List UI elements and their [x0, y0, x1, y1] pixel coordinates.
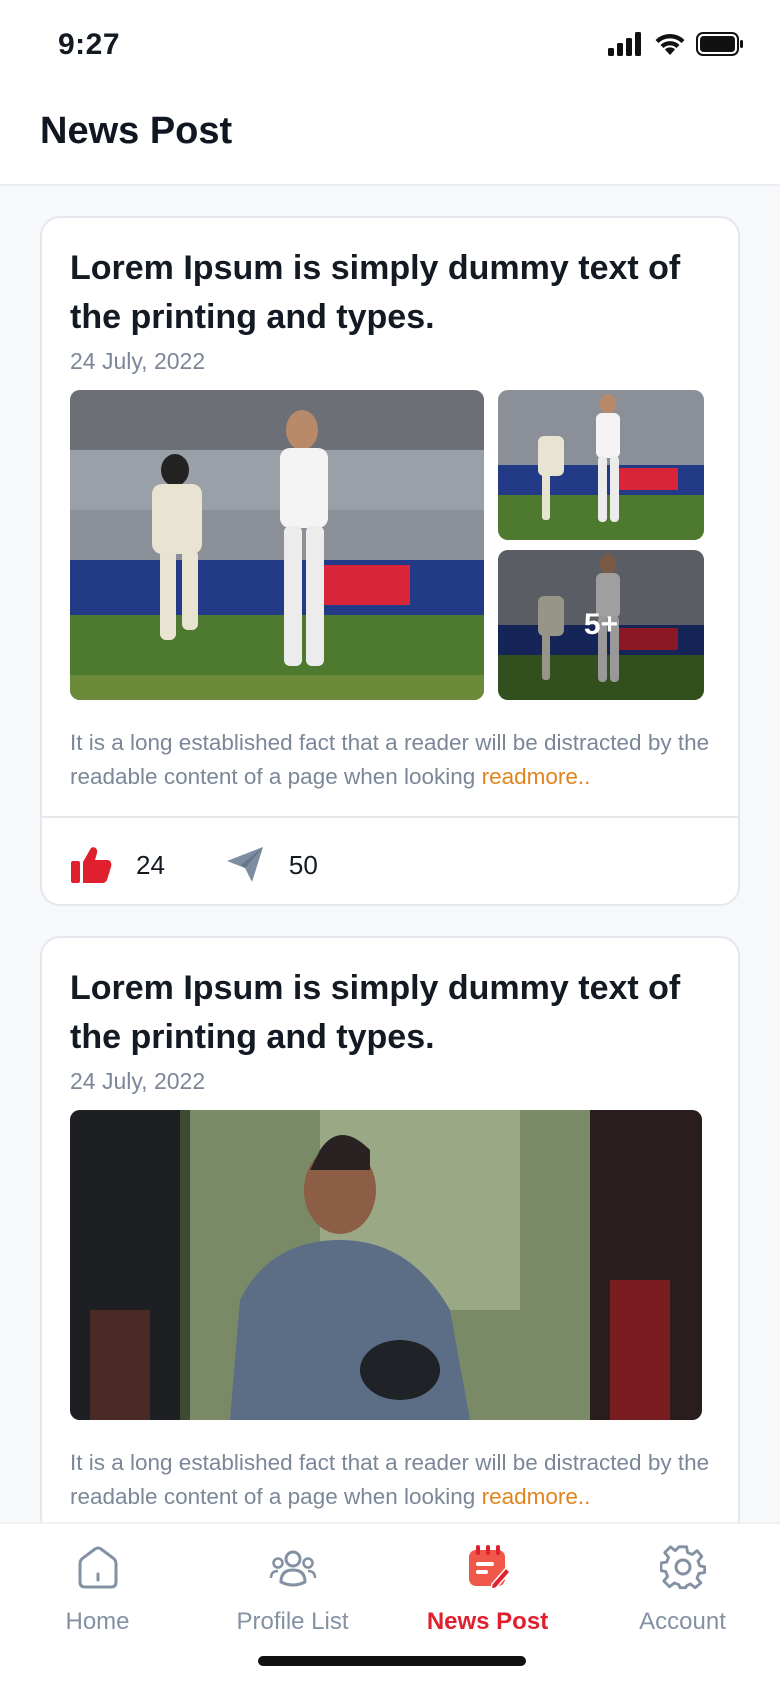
- divider: [42, 816, 738, 818]
- nav-label: Home: [65, 1608, 130, 1635]
- post-description: It is a long established fact that a rea…: [70, 1446, 730, 1514]
- post-image-thumb[interactable]: [498, 390, 704, 540]
- post-image-main[interactable]: [70, 390, 484, 700]
- home-icon: [78, 1546, 117, 1589]
- battery-icon: [696, 32, 743, 56]
- post-title: Lorem Ipsum is simply dummy text of the …: [70, 249, 681, 336]
- post-description: It is a long established fact that a rea…: [70, 726, 730, 794]
- nav-label: Account: [639, 1608, 726, 1635]
- readmore-link[interactable]: readmore..: [482, 764, 591, 789]
- news-icon: [468, 1545, 510, 1590]
- news-card[interactable]: Lorem Ipsum is simply dummy text of the …: [40, 216, 740, 906]
- page-title: News Post: [40, 110, 233, 152]
- share-button[interactable]: 50: [225, 846, 318, 884]
- cricket-photo: [498, 390, 704, 540]
- post-description-text: It is a long established fact that a rea…: [70, 1450, 710, 1509]
- gear-icon: [659, 1545, 706, 1590]
- nav-profile-list[interactable]: Profile List: [195, 1544, 390, 1636]
- send-icon: [226, 847, 263, 882]
- post-date: 24 July, 2022: [70, 348, 206, 374]
- home-indicator[interactable]: [258, 1656, 526, 1666]
- readmore-link[interactable]: readmore..: [482, 1484, 591, 1509]
- status-icons: [608, 32, 744, 56]
- more-images-count[interactable]: 5+: [498, 550, 704, 700]
- like-button[interactable]: 24: [70, 846, 165, 884]
- news-card[interactable]: Lorem Ipsum is simply dummy text of the …: [40, 936, 740, 1536]
- like-count: 24: [136, 849, 165, 880]
- post-image-more[interactable]: 5+: [498, 550, 704, 700]
- nav-news-post[interactable]: News Post: [390, 1544, 585, 1636]
- gym-photo: [70, 1110, 702, 1420]
- status-time: 9:27: [58, 28, 121, 61]
- post-actions: 24 50: [70, 838, 378, 892]
- thumbs-up-icon: [71, 847, 112, 883]
- signal-icon: [608, 32, 641, 56]
- post-description-text: It is a long established fact that a rea…: [70, 730, 710, 789]
- news-feed[interactable]: Lorem Ipsum is simply dummy text of the …: [40, 216, 740, 1536]
- wifi-icon: [655, 33, 685, 55]
- nav-label: Profile List: [236, 1608, 349, 1635]
- share-count: 50: [288, 849, 318, 880]
- nav-home[interactable]: Home: [0, 1544, 195, 1636]
- users-icon: [269, 1550, 316, 1587]
- nav-label: News Post: [426, 1608, 549, 1635]
- post-title: Lorem Ipsum is simply dummy text of the …: [70, 969, 681, 1056]
- page-header: News Post: [0, 90, 780, 186]
- post-date: 24 July, 2022: [70, 1068, 206, 1094]
- status-bar: 9:27: [0, 0, 780, 90]
- post-image-main[interactable]: [70, 1110, 702, 1420]
- cricket-photo: [70, 390, 484, 700]
- nav-account[interactable]: Account: [585, 1544, 780, 1636]
